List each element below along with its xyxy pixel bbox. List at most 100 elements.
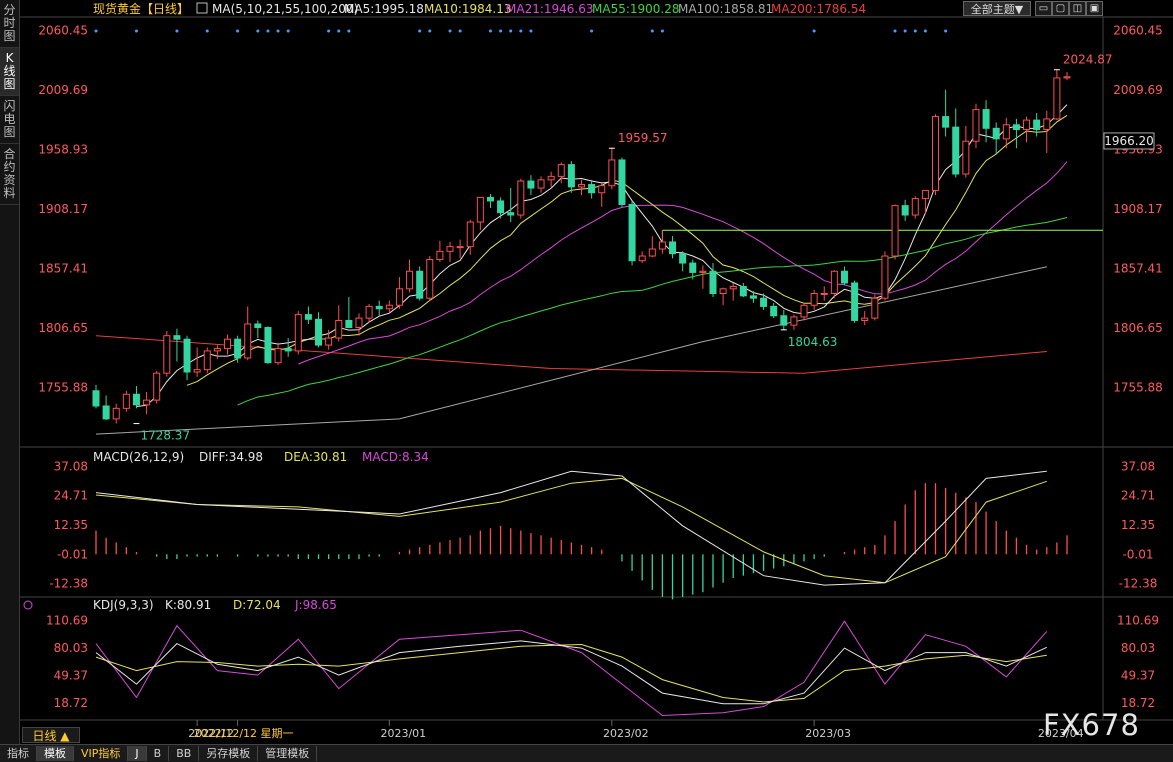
price-tick-right-6: 1755.88: [1113, 380, 1163, 394]
candle-body-85: [952, 126, 960, 175]
candle-body-32: [416, 270, 424, 299]
candle-body-24: [335, 319, 343, 339]
candle-body-49: [588, 184, 596, 194]
candle-body-18: [274, 348, 282, 364]
candle-body-93: [1033, 119, 1041, 130]
candle-body-71: [810, 293, 818, 306]
signal-dot-5: [256, 29, 260, 33]
period-selector-button[interactable]: 日线 ▲: [22, 727, 80, 743]
kdj-legend-3: J:98.65: [294, 598, 337, 612]
macd-tick-right-4: -12.38: [1119, 577, 1158, 591]
kdj-tick-left-1: 80.03: [54, 641, 88, 655]
kdj-k-line: [95, 640, 1048, 705]
window-split-icon[interactable]: ◫: [1069, 1, 1086, 16]
macd-tick-left-1: 24.71: [54, 489, 88, 503]
signal-dot-0: [94, 29, 98, 33]
macd-tick-left-0: 37.08: [54, 459, 88, 473]
bottom-tab-0[interactable]: 指标: [0, 746, 37, 761]
bottom-tab-6[interactable]: 另存模板: [199, 746, 259, 761]
candle-body-79: [891, 205, 899, 257]
candle-body-13: [223, 338, 231, 350]
candle-body-68: [780, 315, 788, 326]
price-tick-left-4: 1857.41: [38, 261, 88, 275]
last-price-label: 1966.20: [1104, 134, 1154, 148]
signal-dot-11: [347, 29, 351, 33]
candle-body-84: [942, 116, 950, 128]
window-maximize-icon[interactable]: ▢: [1052, 1, 1069, 16]
bottom-tab-1[interactable]: 模板: [37, 746, 74, 761]
watermark-logo: FX678: [1043, 708, 1140, 742]
candle-body-55: [648, 248, 656, 257]
candle-body-27: [365, 305, 373, 319]
candle-body-25: [345, 319, 353, 328]
signal-dot-2: [175, 29, 179, 33]
x-label-3: 2023/02: [603, 727, 649, 740]
candle-body-40: [497, 200, 505, 214]
candle-body-60: [699, 270, 707, 273]
x-label-4: 2023/03: [805, 727, 851, 740]
bottom-tab-4[interactable]: B: [147, 746, 170, 761]
signal-dot-13: [428, 29, 432, 33]
bottom-tab-7[interactable]: 管理模板: [258, 746, 318, 761]
candle-body-20: [294, 314, 302, 352]
kdj-tick-left-3: 18.72: [54, 696, 88, 710]
candle-body-45: [547, 175, 555, 181]
kdj-j-line: [95, 620, 1048, 717]
candle-body-66: [760, 297, 768, 307]
candle-body-65: [749, 295, 757, 299]
signal-dot-20: [529, 29, 533, 33]
candle-body-51: [608, 159, 616, 187]
signal-dot-7: [276, 29, 280, 33]
macd-tick-left-4: -12.38: [49, 577, 88, 591]
candle-body-78: [881, 255, 889, 299]
candle-body-75: [851, 282, 859, 321]
candle-body-91: [1012, 124, 1020, 130]
kdj-legend-1: K:80.91: [165, 598, 211, 612]
candle-body-26: [355, 317, 363, 328]
theme-dropdown-button[interactable]: 全部主题▼: [963, 1, 1031, 16]
signal-dot-10: [337, 29, 341, 33]
signal-dot-26: [903, 29, 907, 33]
signal-dot-3: [205, 29, 209, 33]
window-restore-icon[interactable]: ▭: [1035, 1, 1052, 16]
candle-body-52: [618, 159, 626, 205]
price-tick-left-3: 1908.17: [38, 202, 88, 216]
candle-body-28: [375, 305, 383, 310]
macd-dif-line: [95, 470, 1047, 586]
macd-tick-right-1: 24.71: [1121, 489, 1155, 503]
legend-box-icon: [196, 2, 208, 14]
signal-dot-28: [923, 29, 927, 33]
candle-body-44: [537, 179, 545, 189]
candle-body-87: [972, 109, 980, 142]
signal-dot-4: [236, 29, 240, 33]
price-annotation-1: 1959.57: [618, 131, 668, 145]
kdj-legend-2: D:72.04: [233, 598, 281, 612]
candle-body-41: [507, 212, 515, 216]
bottom-tab-2[interactable]: VIP指标: [74, 746, 129, 761]
signal-dot-6: [266, 29, 270, 33]
candle-body-96: [1063, 76, 1071, 79]
price-annotation-2: 1804.63: [788, 335, 838, 349]
window-layout-icon[interactable]: ▣: [1086, 1, 1103, 16]
price-tick-left-1: 2009.69: [38, 83, 88, 97]
candle-body-12: [213, 348, 221, 352]
bottom-tab-5[interactable]: BB: [169, 746, 200, 761]
macd-dea-line: [95, 477, 1047, 584]
candle-body-54: [638, 255, 646, 262]
kdj-legend-0: KDJ(9,3,3): [93, 598, 154, 612]
candle-body-53: [628, 203, 636, 262]
signal-dot-18: [509, 29, 513, 33]
signal-dot-1: [134, 29, 138, 33]
kdj-tick-left-2: 49.37: [54, 669, 88, 683]
x-label-1: 2022/12/12 星期一: [194, 727, 294, 740]
bottom-tab-3[interactable]: J: [128, 746, 147, 761]
bottom-toolbar: 指标 模板 VIP指标 J B BB 另存模板 管理模板: [0, 744, 1173, 762]
candle-body-17: [264, 326, 272, 364]
candle-body-4: [132, 393, 140, 406]
candle-body-5: [143, 399, 151, 406]
macd-tick-left-2: 12.35: [54, 518, 88, 532]
candle-body-80: [901, 205, 909, 216]
candle-body-16: [254, 323, 262, 328]
signal-dot-27: [913, 29, 917, 33]
chart-canvas[interactable]: 2060.45 2060.452009.69 2009.691958.93 1958.…: [0, 0, 1173, 761]
